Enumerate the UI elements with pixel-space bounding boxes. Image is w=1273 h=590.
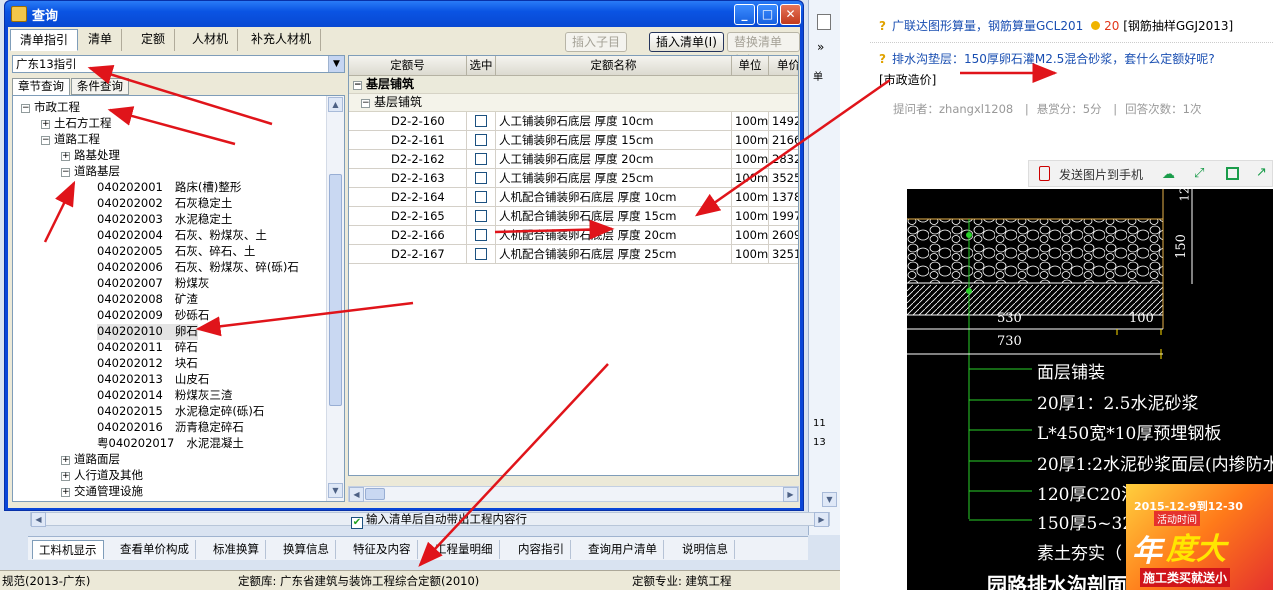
arrow — [694, 78, 891, 217]
arrow — [107, 106, 236, 146]
arrow — [418, 363, 609, 567]
arrow — [43, 180, 76, 243]
arrow — [87, 65, 273, 126]
arrow — [494, 219, 615, 240]
annotation-arrows — [43, 63, 1058, 567]
arrow — [195, 301, 414, 337]
